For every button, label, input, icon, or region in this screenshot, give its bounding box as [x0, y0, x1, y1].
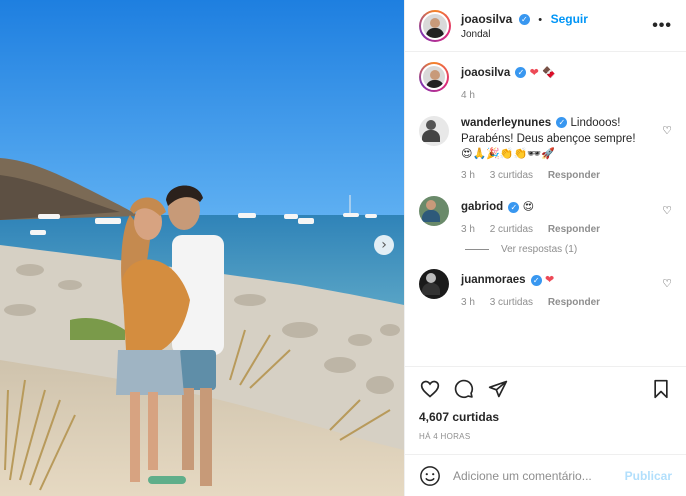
verified-icon: ✓: [556, 117, 568, 129]
reply-button[interactable]: Responder: [548, 224, 600, 235]
commenter-avatar[interactable]: [419, 116, 449, 147]
caption: joaosilva ✓ ❤ 🍫 4 h: [419, 62, 672, 102]
caption-emojis: ❤ 🍫: [529, 66, 557, 79]
reply-button[interactable]: Responder: [548, 170, 600, 181]
comment-username[interactable]: wanderleynunes: [461, 117, 551, 129]
separator-dot: •: [538, 14, 543, 27]
verified-icon: ✓: [530, 274, 542, 286]
follow-button[interactable]: Seguir: [551, 12, 588, 26]
commenter-avatar[interactable]: [419, 269, 449, 300]
location-link[interactable]: Jondal: [461, 29, 652, 42]
post-side-panel: joaosilva ✓ • Seguir Jondal ••• joaosilv…: [404, 0, 686, 496]
comment-username[interactable]: juanmoraes: [461, 274, 526, 286]
verified-icon: ✓: [518, 13, 530, 25]
verified-icon: ✓: [508, 201, 520, 213]
author-username[interactable]: joaosilva: [461, 12, 512, 26]
comment-icon[interactable]: [453, 378, 475, 400]
author-avatar[interactable]: [419, 9, 451, 42]
likes-count[interactable]: 4,607 curtidas: [405, 410, 686, 428]
action-bar: [405, 366, 686, 410]
posted-time: HÁ 4 HORAS: [419, 432, 471, 441]
like-comment-icon[interactable]: ♡: [662, 277, 672, 290]
verified-icon: ✓: [515, 67, 527, 79]
like-comment-icon[interactable]: ♡: [662, 204, 672, 217]
replies-divider: [465, 249, 489, 251]
comment-item: juanmoraes ✓ ❤ 3 h 3 curtidas Responder …: [419, 269, 672, 309]
like-icon[interactable]: [419, 378, 441, 400]
share-icon[interactable]: [487, 378, 509, 400]
emoji-icon[interactable]: [419, 465, 441, 487]
save-icon[interactable]: [650, 378, 672, 400]
comment-username[interactable]: gabriod: [461, 201, 503, 213]
comments-list[interactable]: joaosilva ✓ ❤ 🍫 4 h wanderleynunes ✓ Lin…: [405, 52, 686, 366]
comment-emojis: 😍🙏🎉👏👏🕶🚀: [461, 147, 555, 161]
beach-photo: [0, 0, 404, 496]
commenter-avatar[interactable]: [419, 196, 449, 227]
comment-likes[interactable]: 2 curtidas: [490, 224, 533, 235]
caption-avatar[interactable]: [419, 62, 449, 92]
reply-button[interactable]: Responder: [548, 297, 600, 308]
instagram-post: › joaosilva ✓ • Seguir Jondal ••• joaosi…: [0, 0, 686, 496]
more-options-icon[interactable]: •••: [652, 17, 672, 34]
comment-time: 3 h: [461, 223, 475, 235]
comment-item: wanderleynunes ✓ Lindooos! Parabéns! Deu…: [419, 116, 672, 182]
view-replies-button[interactable]: Ver respostas (1): [465, 244, 672, 255]
comment-box: Adicione um comentário... Publicar: [405, 454, 686, 496]
caption-username[interactable]: joaosilva: [461, 67, 510, 79]
like-comment-icon[interactable]: ♡: [662, 124, 672, 137]
comment-likes[interactable]: 3 curtidas: [490, 297, 533, 308]
comment-time: 3 h: [461, 296, 475, 308]
next-photo-button[interactable]: ›: [374, 235, 394, 255]
comment-text: 😍: [522, 200, 535, 214]
comment-item: gabriod ✓ 😍 3 h 2 curtidas Responder ♡: [419, 196, 672, 236]
post-photo: ›: [0, 0, 404, 496]
publish-button[interactable]: Publicar: [625, 469, 672, 483]
comment-input[interactable]: Adicione um comentário...: [453, 469, 625, 483]
caption-time: 4 h: [461, 89, 475, 101]
comment-text: ❤: [544, 273, 555, 287]
comment-time: 3 h: [461, 169, 475, 181]
post-header: joaosilva ✓ • Seguir Jondal •••: [405, 0, 686, 52]
comment-likes[interactable]: 3 curtidas: [490, 170, 533, 181]
